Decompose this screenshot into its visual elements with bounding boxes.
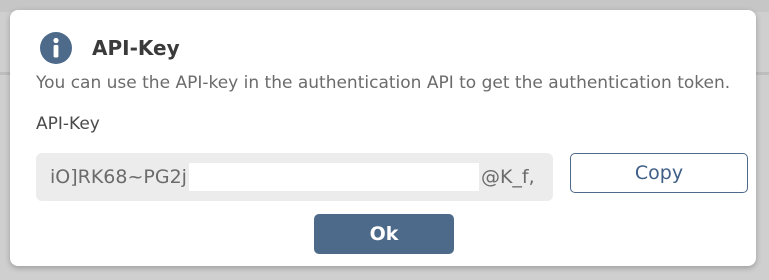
ok-button[interactable]: Ok [314,214,454,254]
dialog-description: You can use the API-key in the authentic… [36,73,731,93]
copy-button[interactable]: Copy [570,153,748,193]
api-key-suffix: @K_f, [480,166,535,188]
api-key-dialog: API-Key You can use the API-key in the a… [10,10,756,266]
api-key-label: API-Key [36,114,100,134]
dialog-header: API-Key [40,32,180,64]
dialog-title: API-Key [92,36,180,60]
info-icon [40,32,72,64]
api-key-redaction [188,163,479,191]
api-key-prefix: iO]RK68~PG2j [50,166,187,188]
api-key-field[interactable]: iO]RK68~PG2j @K_f, [36,153,553,201]
